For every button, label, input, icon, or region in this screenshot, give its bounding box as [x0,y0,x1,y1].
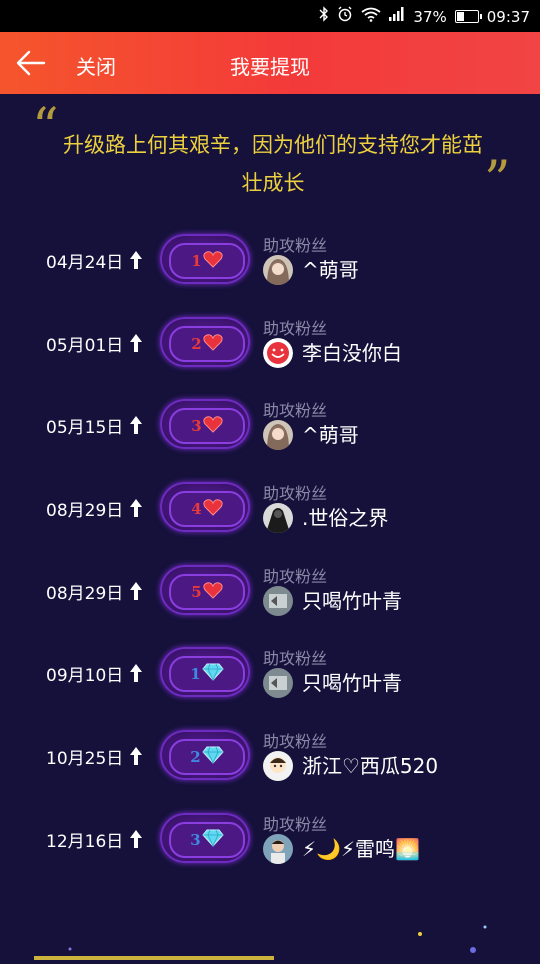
fan-name[interactable]: ^萌哥 [302,254,359,283]
page-title: 我要提现 [230,55,310,79]
level-badge: 3 [160,399,250,450]
avatar[interactable] [263,668,293,699]
quote-open-mark: “ [32,98,59,158]
fan-name[interactable]: ^萌哥 [302,419,359,448]
wifi-icon [361,7,381,27]
level-number: 4 [191,500,202,519]
avatar[interactable] [263,833,293,864]
list-item: 09月10日 1 助攻粉丝 只喝竹叶青 [0,643,540,726]
list-item: 12月16日 3 助攻粉丝 ⚡🌙⚡雷鸣🌅 [0,809,540,892]
level-number: 1 [191,252,202,270]
upgrade-date: 09月10日 [46,666,124,687]
quote-close-mark: ” [484,151,511,211]
level-number: 5 [191,582,202,601]
avatar[interactable] [263,585,293,616]
fan-name[interactable]: 只喝竹叶青 [302,585,402,614]
fan-role: 助攻粉丝 [263,649,328,669]
fan-role: 助攻粉丝 [263,732,328,752]
avatar[interactable] [263,503,293,534]
list-item: 08月29日 4 助攻粉丝 .世俗之界 [0,478,540,561]
upgrade-date: 05月15日 [46,418,124,439]
fan-role: 助攻粉丝 [263,236,328,255]
fan-role: 助攻粉丝 [263,484,328,504]
level-badge: 5 [160,564,250,615]
level-badge: 2 [160,730,250,781]
footer-decoration [0,900,540,962]
heart-icon [203,333,223,355]
arrow-up-icon [128,580,144,602]
list-item: 05月01日 2 助攻粉丝 李白没你白 [0,313,540,396]
clock: 09:37 [486,7,530,26]
level-badge: 1 [160,647,250,698]
upgrade-date: 12月16日 [46,831,124,852]
fan-role: 助攻粉丝 [263,401,328,421]
upgrade-date: 04月24日 [46,253,124,273]
list-item: 10月25日 2 助攻粉丝 浙江♡西瓜520 [0,726,540,809]
diamond-icon [202,829,224,851]
level-badge: 3 [160,812,250,863]
level-badge: 1 [160,234,250,284]
heart-icon [203,250,223,272]
level-number: 1 [190,665,201,684]
level-badge: 2 [160,316,250,367]
level-number: 3 [191,417,202,436]
upgrade-history-list: 04月24日 1 助攻粉丝 ^萌哥 05月01日 2 助攻粉丝 李白没你白 05月15日 3 助攻粉… [0,230,540,892]
fan-role: 助攻粉丝 [263,566,328,586]
arrow-up-icon [128,497,144,519]
arrow-up-icon [128,332,144,354]
bluetooth-icon [319,6,329,27]
heart-icon [203,498,223,520]
diamond-icon [202,663,224,685]
fan-role: 助攻粉丝 [263,318,328,338]
arrow-up-icon [128,249,144,271]
title-bar: 关闭 我要提现 [0,32,540,94]
diamond-icon [202,746,224,768]
status-bar: 37% 09:37 [0,0,540,32]
battery-percent: 37% [413,7,447,26]
avatar[interactable] [263,337,293,368]
heart-icon [203,581,223,603]
arrow-up-icon [128,414,144,436]
level-badge: 4 [160,482,250,533]
fan-name[interactable]: .世俗之界 [302,502,388,531]
alarm-icon [337,6,353,27]
arrow-up-icon [128,828,144,850]
fan-name[interactable]: 浙江♡西瓜520 [302,750,438,779]
heart-icon [203,415,223,437]
level-number: 2 [191,334,202,353]
fan-name[interactable]: 李白没你白 [302,337,402,366]
level-number: 2 [190,748,201,767]
list-item: 04月24日 1 助攻粉丝 ^萌哥 [0,230,540,313]
list-item: 08月29日 5 助攻粉丝 只喝竹叶青 [0,561,540,644]
fan-name[interactable]: ⚡🌙⚡雷鸣🌅 [302,833,420,862]
arrow-up-icon [128,745,144,767]
avatar[interactable] [263,751,293,782]
fan-role: 助攻粉丝 [263,814,328,834]
avatar[interactable] [263,420,293,451]
battery-icon [454,10,482,23]
upgrade-date: 05月01日 [46,335,124,356]
list-item: 05月15日 3 助攻粉丝 ^萌哥 [0,395,540,478]
level-number: 3 [190,830,201,849]
avatar[interactable] [263,255,293,285]
upgrade-date: 08月29日 [46,583,124,604]
upgrade-date: 08月29日 [46,501,124,522]
arrow-up-icon [128,662,144,684]
quote-text: 升级路上何其艰辛，因为他们的支持您才能茁壮成长 [63,133,483,195]
fan-name[interactable]: 只喝竹叶青 [302,667,402,696]
upgrade-date: 10月25日 [46,749,124,770]
signal-icon [389,7,405,26]
